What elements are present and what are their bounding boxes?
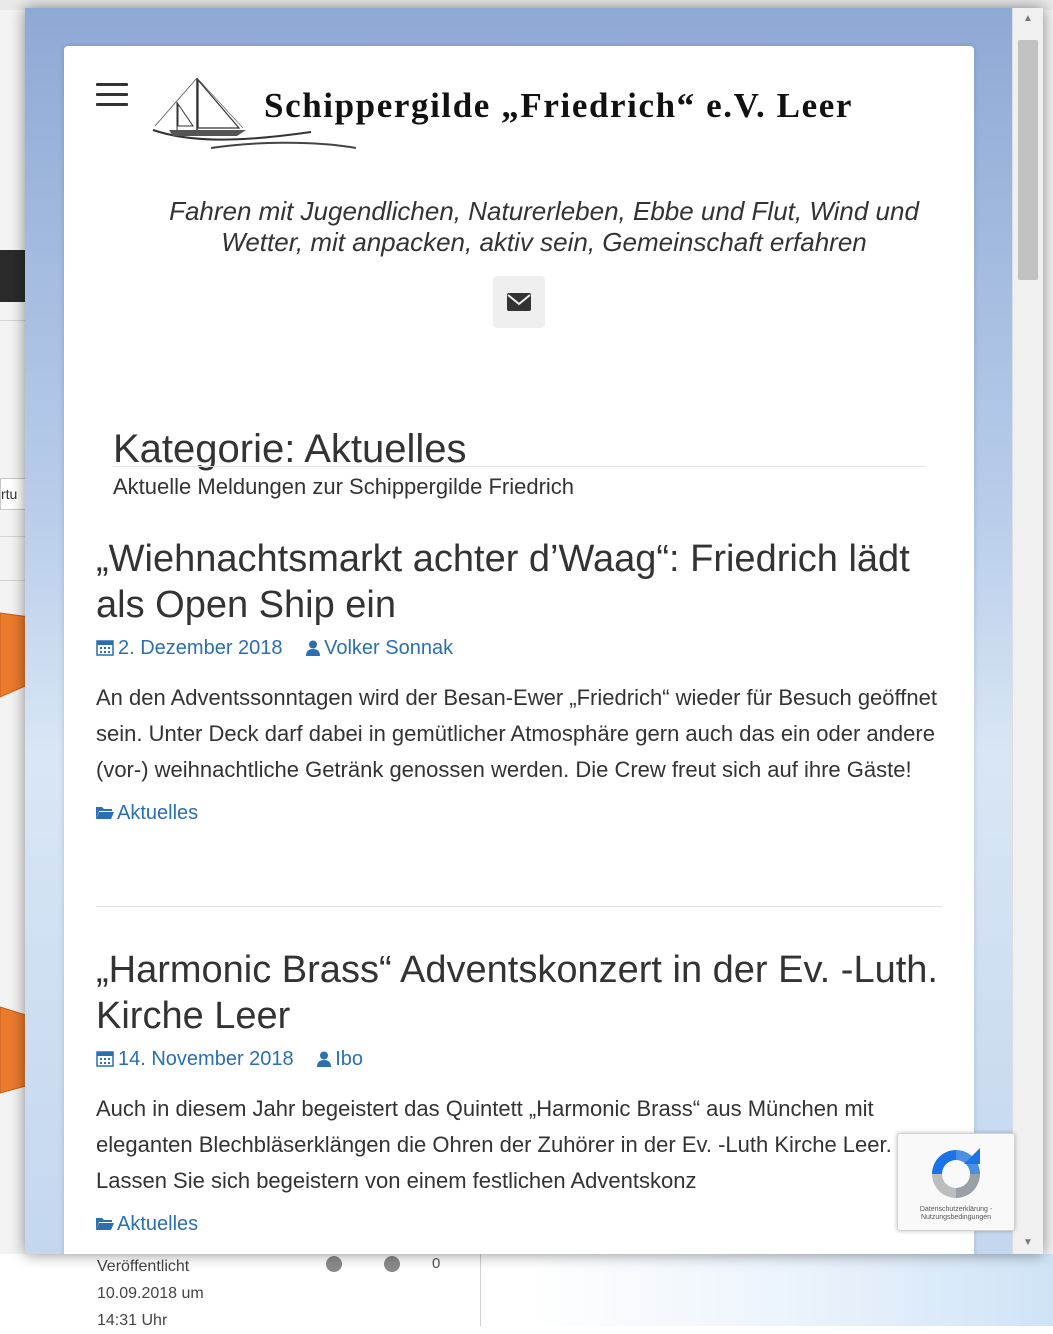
post-item: „Harmonic Brass“ Adventskonzert in der E… bbox=[96, 947, 944, 1236]
envelope-icon bbox=[507, 293, 531, 311]
recaptcha-icon bbox=[932, 1148, 980, 1198]
comment-count: 0 bbox=[432, 1255, 441, 1272]
post-author[interactable]: Volker Sonnak bbox=[324, 637, 453, 659]
post-meta: 2. Dezember 2018 Volker Sonnak bbox=[96, 634, 944, 662]
post-excerpt: Auch in diesem Jahr begeistert das Quint… bbox=[96, 1096, 892, 1193]
scroll-down-arrow-icon[interactable]: ▼ bbox=[1013, 1232, 1043, 1254]
post-author[interactable]: Ibo bbox=[335, 1048, 363, 1070]
contact-mail-button[interactable] bbox=[493, 276, 545, 328]
post-category-link[interactable]: Aktuelles bbox=[117, 802, 198, 824]
browser-window: Schippergilde „Friedrich“ e.V. Leer Fahr… bbox=[25, 8, 1043, 1254]
category-divider bbox=[113, 466, 925, 467]
post-meta: 14. November 2018 Ibo bbox=[96, 1045, 944, 1073]
scrollbar-thumb[interactable] bbox=[1018, 40, 1038, 280]
folder-icon bbox=[96, 807, 114, 819]
calendar-icon bbox=[96, 1051, 114, 1067]
page-container: Schippergilde „Friedrich“ e.V. Leer Fahr… bbox=[64, 46, 974, 1254]
background-published-info: Veröffentlicht 10.09.2018 um 14:31 Uhr bbox=[97, 1253, 204, 1334]
status-dot bbox=[384, 1256, 400, 1272]
site-title[interactable]: Schippergilde „Friedrich“ e.V. Leer bbox=[264, 86, 853, 126]
user-icon bbox=[306, 640, 321, 656]
user-icon bbox=[317, 1051, 332, 1067]
hamburger-icon[interactable] bbox=[96, 83, 128, 109]
scroll-up-arrow-icon[interactable]: ▲ bbox=[1013, 8, 1043, 30]
post-category: Aktuelles bbox=[96, 1213, 944, 1236]
post-item: „Wiehnachtsmarkt achter d’Waag“: Friedri… bbox=[96, 536, 944, 825]
post-category: Aktuelles bbox=[96, 802, 944, 825]
vertical-scrollbar[interactable]: ▲ ▼ bbox=[1012, 8, 1043, 1254]
background-desktop-area bbox=[530, 1254, 1053, 1326]
background-published-label: Veröffentlicht bbox=[97, 1258, 190, 1275]
post-category-link[interactable]: Aktuelles bbox=[117, 1213, 198, 1235]
background-column-divider bbox=[480, 1254, 481, 1326]
background-published-time: 14:31 Uhr bbox=[97, 1312, 168, 1329]
post-title[interactable]: „Wiehnachtsmarkt achter d’Waag“: Friedri… bbox=[96, 536, 944, 628]
post-date[interactable]: 14. November 2018 bbox=[118, 1048, 294, 1070]
recaptcha-badge[interactable]: Datenschutzerklärung - Nutzungsbedingung… bbox=[897, 1133, 1015, 1231]
background-published-date: 10.09.2018 um bbox=[97, 1285, 204, 1302]
background-post-list bbox=[0, 1254, 530, 1326]
calendar-icon bbox=[96, 640, 114, 656]
site-tagline: Fahren mit Jugendlichen, Naturerleben, E… bbox=[169, 196, 919, 257]
post-date[interactable]: 2. Dezember 2018 bbox=[118, 637, 283, 659]
recaptcha-footer-links[interactable]: Datenschutzerklärung - Nutzungsbedingung… bbox=[902, 1206, 1010, 1222]
post-divider bbox=[96, 906, 942, 907]
post-excerpt: An den Adventssonntagen wird der Besan-E… bbox=[96, 685, 937, 782]
post-title[interactable]: „Harmonic Brass“ Adventskonzert in der E… bbox=[96, 947, 944, 1039]
folder-icon bbox=[96, 1218, 114, 1230]
status-dot bbox=[326, 1256, 342, 1272]
category-description: Aktuelle Meldungen zur Schippergilde Fri… bbox=[113, 474, 575, 499]
